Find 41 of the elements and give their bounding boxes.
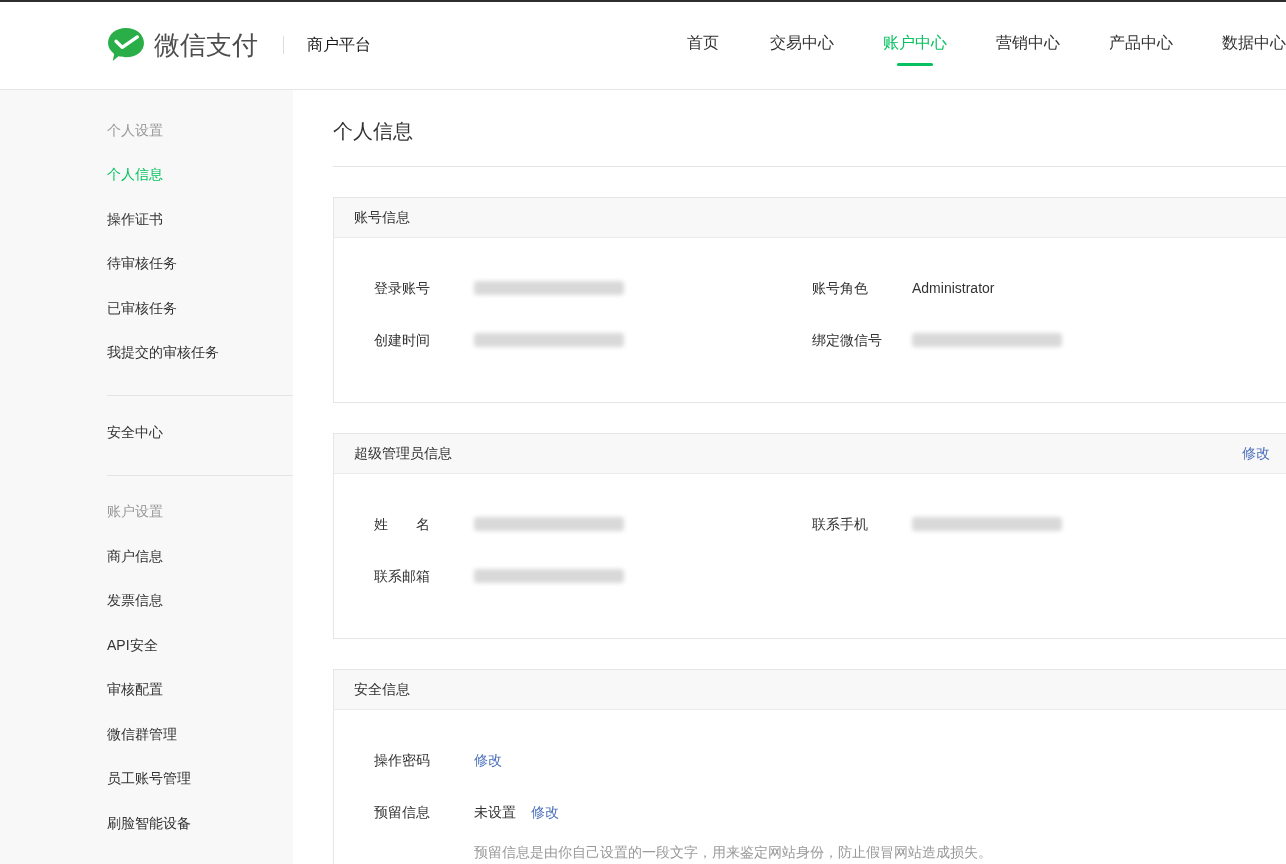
field-label: 联系手机 xyxy=(812,515,868,534)
field-value: 未设置 xyxy=(474,802,516,822)
sidebar-item[interactable]: 发票信息 xyxy=(107,590,163,612)
platform-name: 商户平台 xyxy=(307,34,371,55)
field-label: 联系邮箱 xyxy=(374,567,430,586)
nav-tab[interactable]: 营销中心 xyxy=(996,32,1060,66)
chat-bubble-check-logo-icon xyxy=(107,27,145,62)
sidebar-item[interactable]: 审核配置 xyxy=(107,679,163,701)
sidebar-item[interactable]: 操作证书 xyxy=(107,208,163,230)
field-label: 绑定微信号 xyxy=(812,331,882,350)
sidebar-item[interactable]: 商户信息 xyxy=(107,545,163,567)
card-title: 超级管理员信息 xyxy=(354,444,452,463)
field-hint: 预留信息是由你自己设置的一段文字，用来鉴定网站身份，防止假冒网站造成损失。 xyxy=(473,843,993,862)
sidebar-item[interactable]: 已审核任务 xyxy=(107,297,177,319)
card-title: 安全信息 xyxy=(354,680,410,699)
sidebar-item[interactable]: 微信群管理 xyxy=(107,723,177,745)
nav-tab[interactable]: 产品中心 xyxy=(1109,32,1173,66)
field-label: 操作密码 xyxy=(374,751,430,770)
nav-tab[interactable]: 首页 xyxy=(685,32,721,66)
field-label: 预留信息 xyxy=(374,803,430,822)
edit-link[interactable]: 修改 xyxy=(1242,443,1270,464)
sidebar-item[interactable]: 待审核任务 xyxy=(107,253,177,275)
sidebar-item[interactable]: 员工账号管理 xyxy=(107,768,191,790)
edit-link[interactable]: 修改 xyxy=(474,749,502,771)
field-label: 登录账号 xyxy=(374,279,430,298)
field-label: 姓 名 xyxy=(374,515,430,534)
sidebar-item[interactable]: 刷脸智能设备 xyxy=(107,812,191,834)
sidebar-section-heading: 账户设置 xyxy=(107,502,163,522)
field-value: Administrator xyxy=(912,278,995,298)
card-title: 账号信息 xyxy=(354,208,410,227)
field-label: 账号角色 xyxy=(812,279,868,298)
sidebar-section-heading: 个人设置 xyxy=(107,120,163,140)
field-label: 创建时间 xyxy=(374,331,430,350)
sidebar-item[interactable]: 安全中心 xyxy=(107,421,163,443)
nav-tab[interactable]: 数据中心 xyxy=(1222,32,1286,66)
page-title: 个人信息 xyxy=(333,119,414,144)
nav-tab[interactable]: 交易中心 xyxy=(770,32,834,66)
edit-link[interactable]: 修改 xyxy=(531,801,559,823)
sidebar-item[interactable]: 我提交的审核任务 xyxy=(107,342,219,364)
sidebar-item[interactable]: API安全 xyxy=(107,634,158,656)
logo-text: 微信支付 xyxy=(154,28,258,62)
